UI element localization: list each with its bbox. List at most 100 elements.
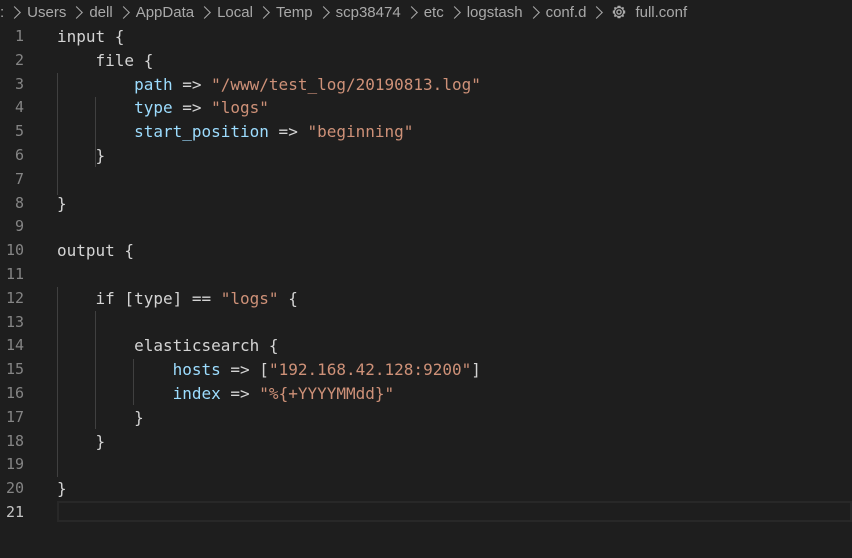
code-segment: } bbox=[57, 479, 67, 499]
chevron-right-icon bbox=[8, 5, 22, 19]
code-line[interactable]: 2 file { bbox=[0, 49, 852, 73]
code-line[interactable]: 1 input { bbox=[0, 25, 852, 49]
operator: => [ bbox=[220, 360, 269, 380]
punctuation: ] bbox=[471, 360, 481, 380]
line-number: 5 bbox=[14, 122, 24, 141]
line-number: 17 bbox=[5, 407, 24, 426]
breadcrumb-leading: : bbox=[0, 3, 5, 21]
code-line[interactable]: 15 hosts => ["192.168.42.128:9200"] bbox=[0, 358, 852, 382]
config-key: type bbox=[134, 98, 173, 118]
line-number: 9 bbox=[14, 217, 24, 236]
string-value: "192.168.42.128:9200" bbox=[268, 360, 472, 380]
line-number: 14 bbox=[5, 336, 24, 355]
editor-window: : Users dell AppData Local Temp scp38474… bbox=[0, 0, 852, 558]
line-number: 3 bbox=[14, 74, 24, 93]
string-value: "logs" bbox=[211, 98, 269, 118]
code-text: index => "%{+YYYYMMdd}" bbox=[57, 382, 395, 406]
code-text: } bbox=[57, 430, 106, 454]
string-value: "beginning" bbox=[307, 122, 414, 142]
code-segment: input { bbox=[57, 27, 125, 46]
chevron-right-icon bbox=[198, 5, 211, 19]
code-segment: } bbox=[57, 431, 106, 451]
chevron-right-icon bbox=[526, 5, 540, 19]
code-line[interactable]: 19 bbox=[0, 453, 852, 477]
code-line[interactable]: 20} bbox=[0, 477, 852, 501]
breadcrumb-item-conf-d[interactable]: conf.d bbox=[546, 4, 587, 21]
code-line[interactable]: 16 index => "%{+YYYYMMdd}" bbox=[0, 382, 852, 406]
line-number: 18 bbox=[5, 431, 24, 450]
code-line[interactable]: 18 } bbox=[0, 430, 852, 454]
line-number: 13 bbox=[5, 312, 24, 331]
code-text: } bbox=[57, 144, 106, 168]
code-segment: } bbox=[57, 193, 67, 213]
punctuation: { bbox=[278, 288, 298, 308]
line-number: 15 bbox=[5, 360, 24, 379]
gear-icon bbox=[613, 5, 626, 19]
config-key: path bbox=[134, 74, 173, 94]
breadcrumb-file-name[interactable]: full.conf bbox=[635, 4, 687, 21]
code-text: file { bbox=[57, 49, 154, 73]
code-text: elasticsearch { bbox=[57, 334, 279, 358]
code-line[interactable]: 7 bbox=[0, 168, 852, 192]
line-number: 6 bbox=[14, 145, 24, 164]
code-line[interactable]: 11 bbox=[0, 263, 852, 287]
code-line[interactable]: 12 if [type] == "logs" { bbox=[0, 287, 852, 311]
code-editor[interactable]: 1 input {2 file {3 path => "/www/test_log… bbox=[0, 25, 852, 558]
code-segment: } bbox=[57, 407, 144, 427]
code-line[interactable]: 8} bbox=[0, 192, 852, 216]
chevron-right-icon bbox=[116, 5, 130, 19]
code-segment: output { bbox=[57, 241, 135, 261]
code-text: type => "logs" bbox=[57, 96, 269, 120]
line-number: 21 bbox=[5, 502, 24, 521]
chevron-right-icon bbox=[70, 5, 84, 19]
code-text: start_position => "beginning" bbox=[57, 120, 413, 144]
code-line[interactable]: 9 bbox=[0, 215, 852, 239]
config-key: index bbox=[172, 383, 221, 403]
breadcrumb-item-appdata[interactable]: AppData bbox=[136, 4, 194, 21]
code-text: } bbox=[57, 192, 67, 216]
operator: => bbox=[268, 122, 308, 142]
config-key: hosts bbox=[172, 360, 221, 380]
line-number: 12 bbox=[5, 288, 24, 307]
current-line-highlight bbox=[57, 500, 852, 522]
code-text: path => "/www/test_log/20190813.log" bbox=[57, 73, 481, 97]
config-key: start_position bbox=[134, 122, 269, 142]
code-line[interactable]: 10 output { bbox=[0, 239, 852, 263]
line-number: 8 bbox=[14, 193, 24, 212]
line-number: 1 bbox=[14, 27, 24, 45]
breadcrumb-item-scp38474[interactable]: scp38474 bbox=[336, 4, 401, 21]
code-line[interactable]: 14 elasticsearch { bbox=[0, 334, 852, 358]
breadcrumb-item-etc[interactable]: etc bbox=[424, 4, 444, 21]
code-line[interactable]: 4 type => "logs" bbox=[0, 96, 852, 120]
code-line[interactable]: 3 path => "/www/test_log/20190813.log" bbox=[0, 73, 852, 97]
code-text: } bbox=[57, 406, 144, 430]
code-line[interactable]: 17 } bbox=[0, 406, 852, 430]
breadcrumb-item-users[interactable]: Users bbox=[27, 4, 66, 21]
code-segment: file { bbox=[57, 50, 154, 70]
code-line[interactable]: 13 bbox=[0, 311, 852, 335]
line-number: 11 bbox=[5, 264, 24, 283]
chevron-right-icon bbox=[257, 5, 270, 19]
string-value: "logs" bbox=[220, 288, 279, 308]
breadcrumb-item-local[interactable]: Local bbox=[217, 4, 253, 21]
chevron-right-icon bbox=[316, 5, 330, 19]
chevron-right-icon bbox=[447, 5, 461, 19]
breadcrumb-item-dell[interactable]: dell bbox=[89, 4, 112, 21]
code-line[interactable]: 6 } bbox=[0, 144, 852, 168]
line-number: 20 bbox=[5, 479, 24, 498]
code-text: input { bbox=[57, 25, 124, 49]
line-number: 2 bbox=[14, 50, 24, 69]
chevron-right-icon bbox=[404, 5, 418, 19]
chevron-right-icon bbox=[590, 5, 604, 19]
breadcrumb-item-temp[interactable]: Temp bbox=[276, 4, 313, 21]
code-text: hosts => ["192.168.42.128:9200"] bbox=[57, 358, 481, 382]
code-line[interactable]: 21 bbox=[0, 500, 852, 525]
operator: => bbox=[172, 74, 212, 94]
string-value: "%{+YYYYMMdd}" bbox=[259, 383, 395, 403]
code-segment: elasticsearch { bbox=[57, 336, 279, 356]
code-text: if [type] == "logs" { bbox=[57, 287, 298, 311]
line-number: 4 bbox=[14, 98, 24, 117]
operator: => bbox=[172, 98, 212, 118]
code-line[interactable]: 5 start_position => "beginning" bbox=[0, 120, 852, 144]
breadcrumb-item-logstash[interactable]: logstash bbox=[467, 4, 523, 21]
